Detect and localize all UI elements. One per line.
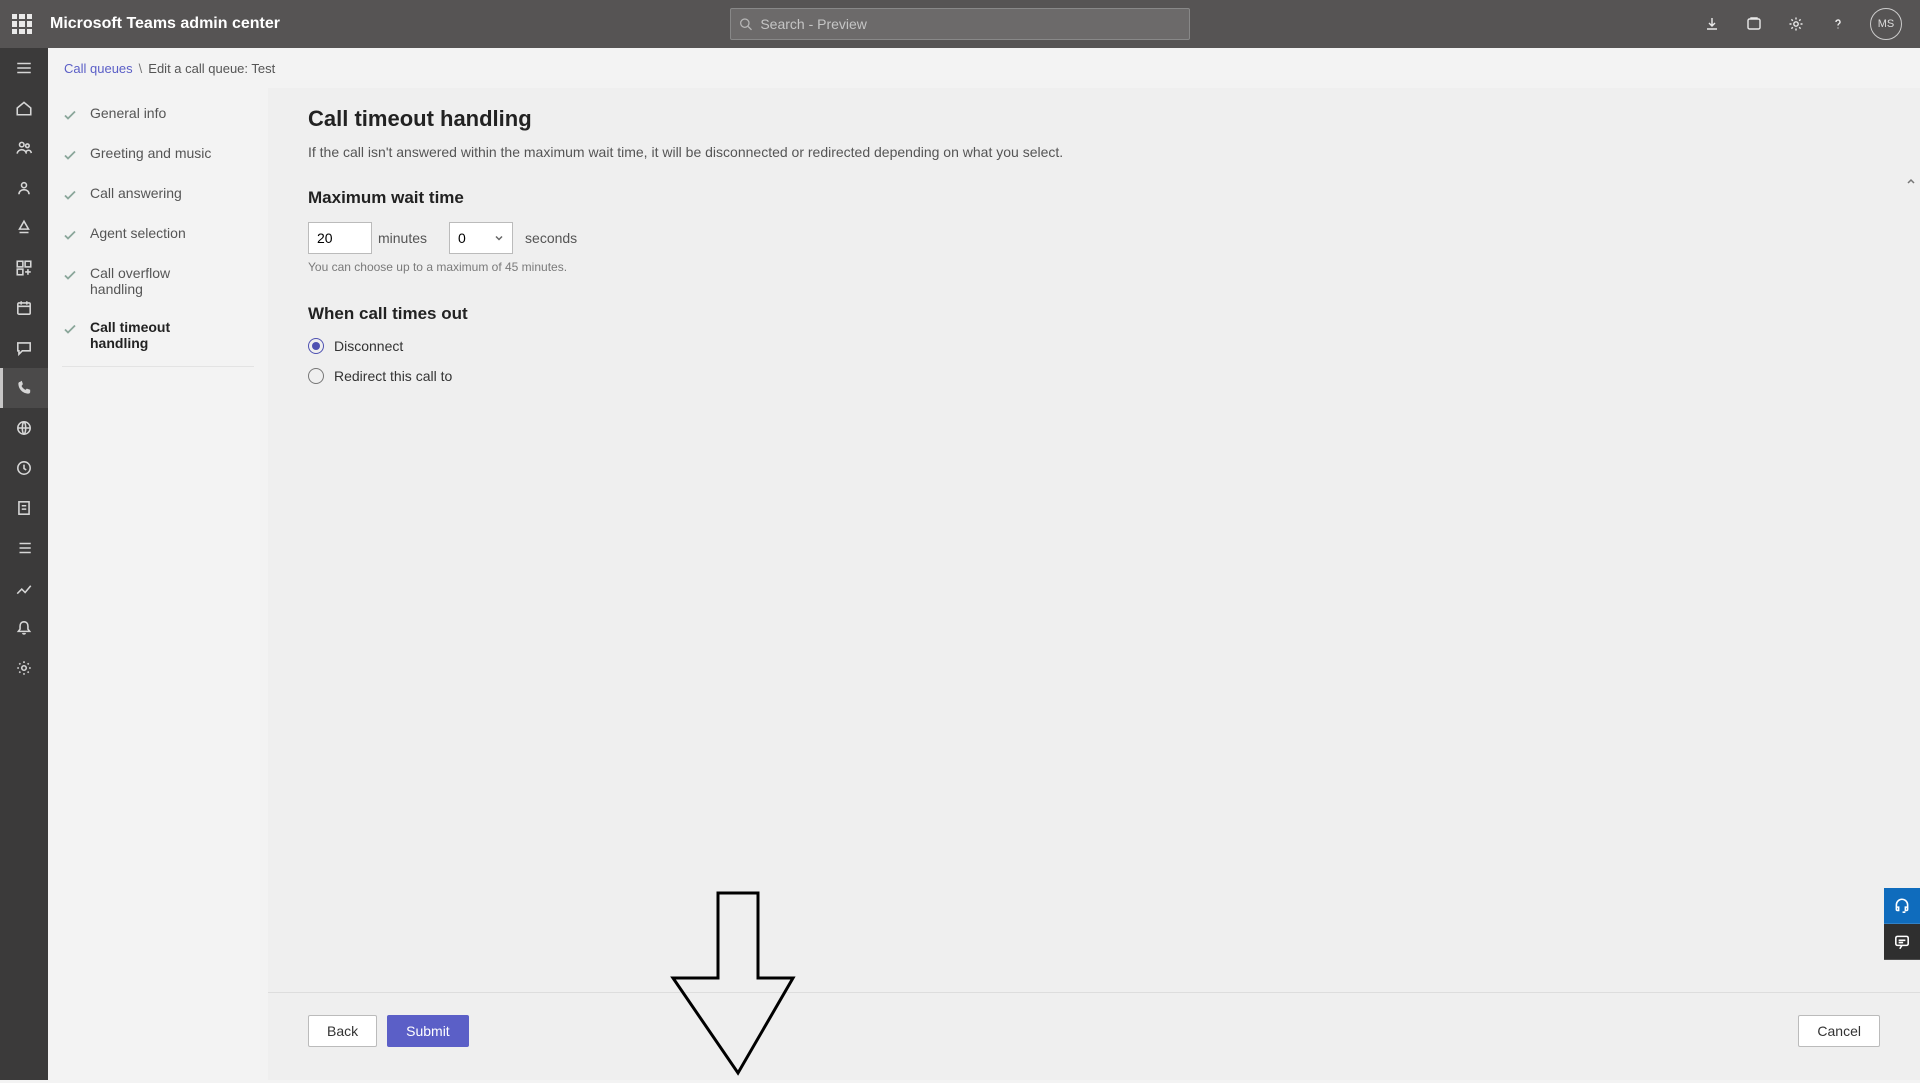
help-icon[interactable] [1828,14,1848,34]
max-wait-helper: You can choose up to a maximum of 45 min… [308,260,1920,274]
page-footer: Back Submit Cancel [268,992,1920,1080]
rail-policy-icon[interactable] [0,448,48,488]
rail-locations-icon[interactable] [0,408,48,448]
check-icon [62,267,78,283]
radio-label: Disconnect [334,338,403,354]
top-header: Microsoft Teams admin center MS [0,0,1920,48]
page-description: If the call isn't answered within the ma… [308,144,1208,160]
step-agent-selection[interactable]: Agent selection [62,214,254,254]
search-box[interactable] [730,8,1190,40]
header-right: MS [1702,8,1912,40]
rail-settings-icon[interactable] [0,648,48,688]
radio-icon [308,338,324,354]
scroll-caret-icon [1906,176,1916,190]
seconds-value: 0 [458,230,466,246]
step-label: Call answering [90,185,182,201]
minutes-unit: minutes [378,230,427,246]
breadcrumb-current: Edit a call queue: Test [148,61,275,76]
minutes-input[interactable] [308,222,372,254]
seconds-unit: seconds [525,230,577,246]
steps-divider [62,366,254,367]
rail-reports-icon[interactable] [0,488,48,528]
radio-disconnect[interactable]: Disconnect [308,338,1920,354]
radio-label: Redirect this call to [334,368,452,384]
step-label: Agent selection [90,225,186,241]
search-icon [739,17,752,31]
rail-hamburger-icon[interactable] [0,48,48,88]
search-input[interactable] [760,16,1181,32]
step-general-info[interactable]: General info [62,94,254,134]
rail-home-icon[interactable] [0,88,48,128]
app-launcher-icon[interactable] [12,14,32,34]
step-label: Call timeout handling [90,319,220,351]
check-icon [62,187,78,203]
new-tab-icon[interactable] [1744,14,1764,34]
rail-notifications-icon[interactable] [0,608,48,648]
rail-meetings-icon[interactable] [0,288,48,328]
rail-list-icon[interactable] [0,528,48,568]
rail-analytics-icon[interactable] [0,568,48,608]
max-wait-heading: Maximum wait time [308,188,1920,208]
step-label: Greeting and music [90,145,211,161]
step-greeting-music[interactable]: Greeting and music [62,134,254,174]
page: Call timeout handling If the call isn't … [268,88,1920,1080]
check-icon [62,107,78,123]
step-label: Call overflow handling [90,265,220,297]
breadcrumb: Call queues \ Edit a call queue: Test [48,48,1920,88]
support-headset-icon[interactable] [1884,888,1920,924]
breadcrumb-root-link[interactable]: Call queues [64,61,133,76]
left-rail [0,48,48,1080]
cancel-button[interactable]: Cancel [1798,1015,1880,1047]
breadcrumb-separator: \ [139,61,143,76]
step-call-timeout[interactable]: Call timeout handling [62,308,254,362]
step-call-overflow[interactable]: Call overflow handling [62,254,254,308]
timeout-action-heading: When call times out [308,304,1920,324]
radio-icon [308,368,324,384]
rail-users-icon[interactable] [0,168,48,208]
rail-teams-icon[interactable] [0,128,48,168]
search-wrap [730,8,1190,40]
rail-messaging-icon[interactable] [0,328,48,368]
page-title: Call timeout handling [308,106,1920,132]
seconds-select[interactable]: 0 [449,222,513,254]
wizard-steps: General info Greeting and music Call ans… [48,88,268,1080]
check-icon [62,147,78,163]
avatar[interactable]: MS [1870,8,1902,40]
radio-redirect[interactable]: Redirect this call to [308,368,1920,384]
settings-icon[interactable] [1786,14,1806,34]
feedback-icon[interactable] [1884,924,1920,960]
download-icon[interactable] [1702,14,1722,34]
submit-button[interactable]: Submit [387,1015,469,1047]
back-button[interactable]: Back [308,1015,377,1047]
rail-devices-icon[interactable] [0,208,48,248]
step-call-answering[interactable]: Call answering [62,174,254,214]
rail-apps-icon[interactable] [0,248,48,288]
chevron-down-icon [494,230,504,246]
arrow-annotation [668,888,808,992]
rail-voice-icon[interactable] [0,368,48,408]
max-wait-fields: minutes 0 seconds [308,222,1920,254]
step-label: General info [90,105,166,121]
floating-actions [1884,888,1920,960]
app-title: Microsoft Teams admin center [50,15,280,33]
check-icon [62,227,78,243]
check-icon [62,321,78,337]
